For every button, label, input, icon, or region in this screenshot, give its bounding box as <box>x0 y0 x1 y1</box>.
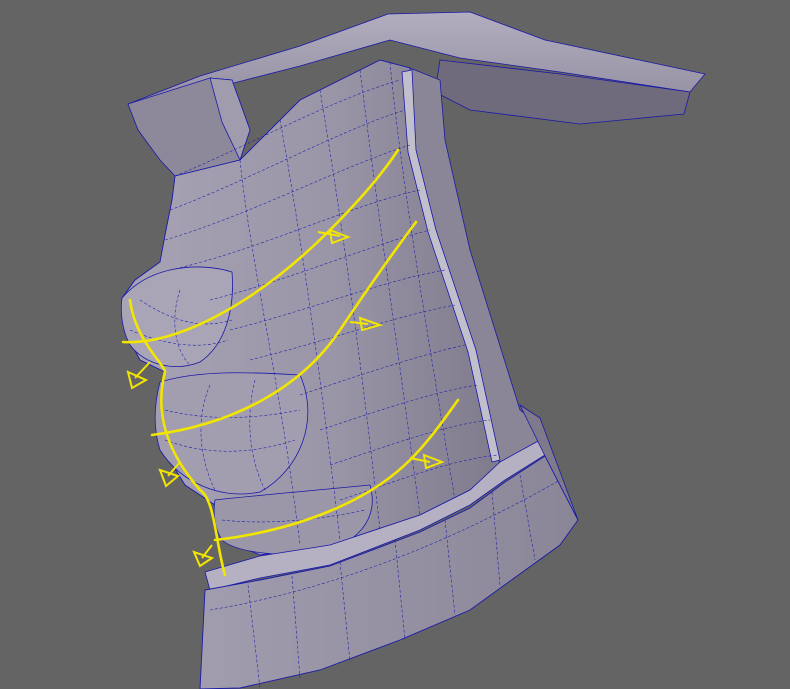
scene-canvas[interactable] <box>0 0 790 689</box>
arrow-down-left-icon <box>126 361 151 390</box>
3d-viewport[interactable] <box>0 0 790 689</box>
arrow-down-left-icon <box>158 461 181 488</box>
arrow-down-left-icon <box>192 544 215 568</box>
